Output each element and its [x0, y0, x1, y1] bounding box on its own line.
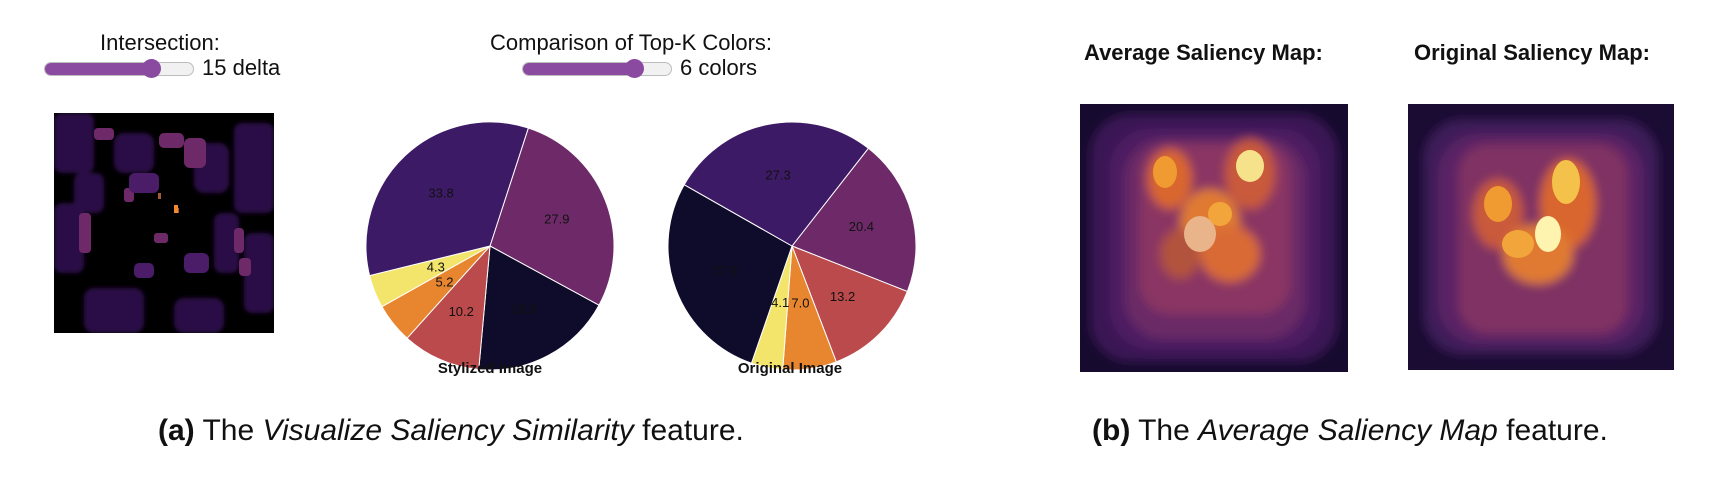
caption-a-post: feature. [642, 414, 744, 447]
topk-label: Comparison of Top-K Colors: [490, 30, 773, 55]
pie-0-label-5: 33.8 [428, 185, 453, 200]
average-saliency-title: Average Saliency Map: [1084, 40, 1323, 65]
pie-0-label-3: 5.2 [435, 274, 453, 289]
caption-b-tag: (b) [1092, 414, 1131, 447]
original-saliency-map-image [1408, 104, 1674, 370]
average-saliency-map-image [1080, 104, 1348, 372]
pie-0-label-4: 4.3 [427, 259, 445, 274]
pie-title-original: Original Image [737, 360, 843, 377]
caption-a: (a) The Visualize Saliency Similarity fe… [158, 414, 744, 448]
pie-0-label-2: 10.2 [449, 304, 474, 319]
intersection-slider[interactable] [44, 59, 194, 78]
caption-a-italic: Visualize Saliency Similarity [262, 414, 634, 447]
topk-slider[interactable] [522, 59, 672, 78]
topk-slider-thumb[interactable] [625, 59, 644, 78]
caption-b-pre: The [1138, 414, 1190, 447]
original-saliency-title: Original Saliency Map: [1414, 40, 1650, 65]
pie-title-stylized: Stylized Image [437, 360, 543, 377]
caption-b-post: feature. [1506, 414, 1608, 447]
pie-1-slices [667, 121, 917, 371]
caption-b-italic: Average Saliency Map [1198, 414, 1498, 447]
pie-chart-stylized: 27.9 18.5 10.2 5.24.3 33.8 [365, 121, 615, 371]
intersection-value: 15 delta [202, 55, 281, 80]
pie-1-label-1: 13.2 [830, 289, 855, 304]
caption-b: (b) The Average Saliency Map feature. [1092, 414, 1608, 448]
intersection-slider-thumb[interactable] [142, 59, 161, 78]
pie-1-label-2: 7.0 [791, 296, 809, 311]
pie-1-label-0: 20.4 [849, 219, 874, 234]
pie-1-label-5: 27.3 [765, 167, 790, 182]
intersection-slider-fill [45, 63, 152, 75]
caption-a-pre: The [202, 414, 255, 447]
topk-value: 6 colors [680, 55, 758, 80]
caption-a-tag: (a) [158, 414, 195, 447]
intersection-label: Intersection: [100, 30, 220, 55]
pie-0-label-0: 27.9 [544, 211, 569, 226]
pie-0-slices [365, 121, 615, 371]
topk-slider-fill [523, 63, 635, 75]
pie-0-label-1: 18.5 [511, 301, 536, 316]
intersection-map-image [54, 113, 274, 333]
pie-1-label-3: 4.1 [771, 295, 789, 310]
pie-1-label-4: 27.9 [712, 263, 737, 278]
pie-chart-original: 20.4 13.2 7.04.1 27.9 27.3 [667, 121, 917, 371]
